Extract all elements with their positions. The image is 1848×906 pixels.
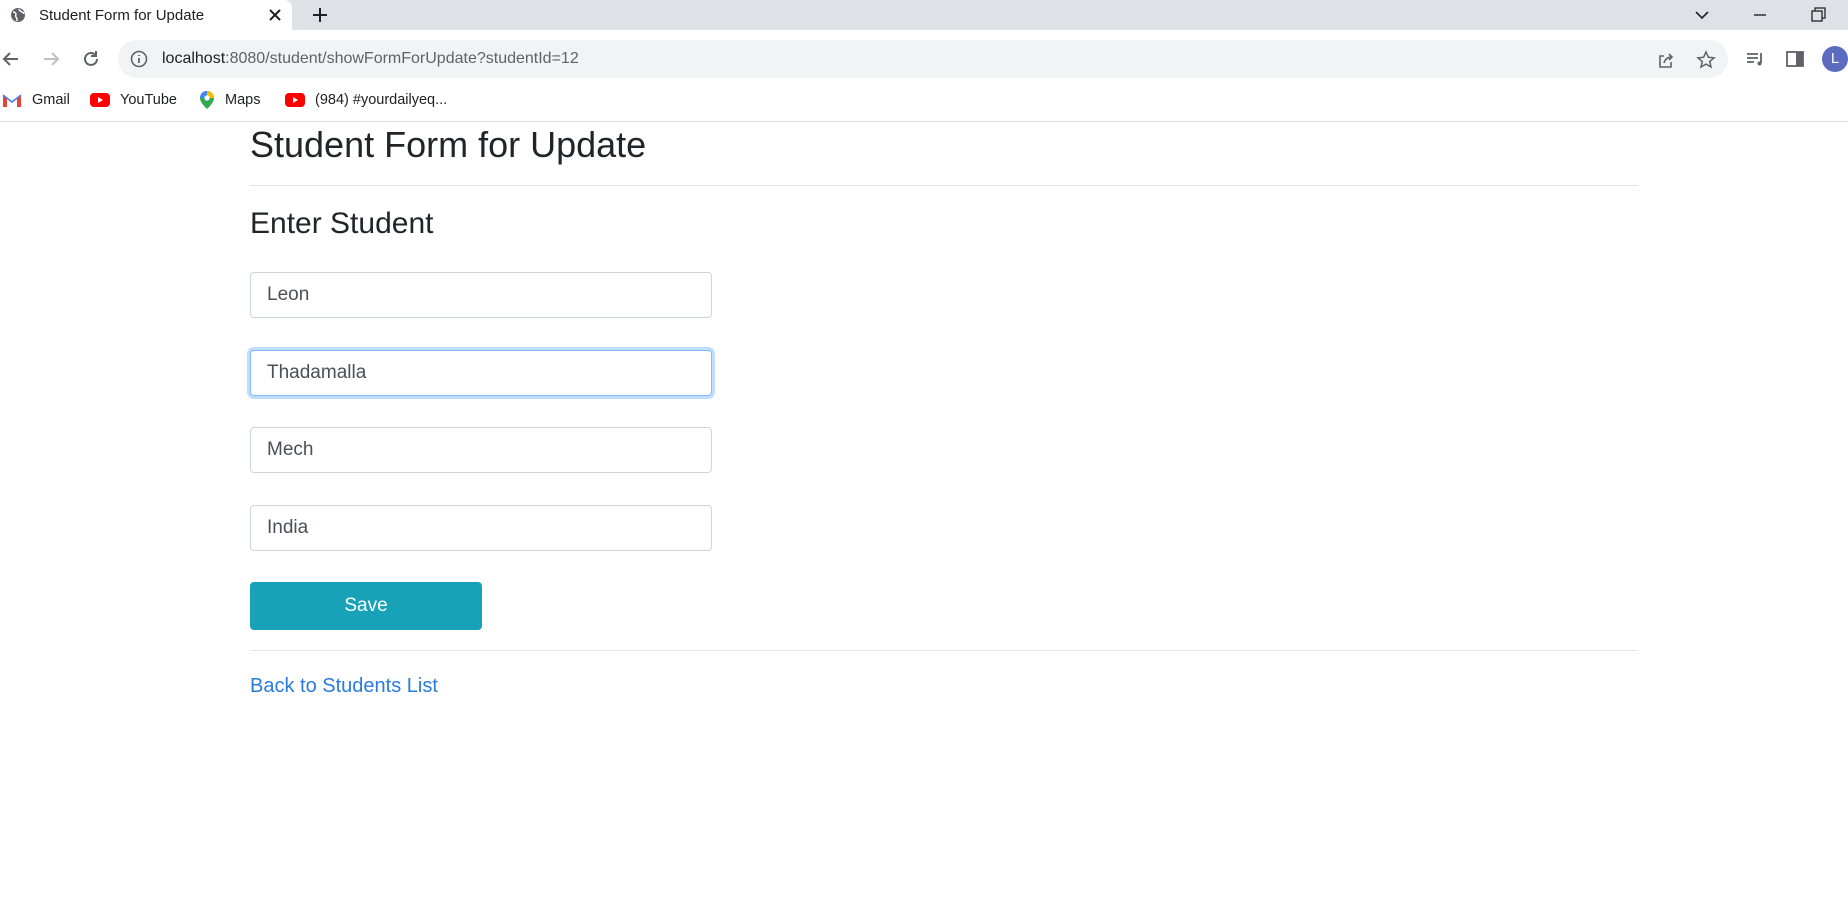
country-field[interactable] [250, 505, 712, 551]
close-tab-icon[interactable] [266, 6, 284, 24]
youtube-icon [285, 93, 305, 107]
tab-title: Student Form for Update [39, 7, 205, 24]
gmail-icon [2, 94, 22, 107]
section-title: Enter Student [250, 207, 434, 240]
form-divider [250, 650, 1638, 651]
chrome-divider [0, 121, 1848, 122]
title-divider [250, 185, 1638, 186]
share-icon[interactable] [1656, 50, 1676, 70]
browser-tab-active[interactable]: Student Form for Update [0, 0, 292, 30]
media-controls-icon[interactable] [1744, 48, 1766, 70]
bookmark-star-icon[interactable] [1696, 50, 1716, 70]
bookmarks-bar: Gmail YouTube Maps (984) #yourdailyeq... [0, 88, 1848, 112]
bookmark-label: (984) #yourdailyeq... [315, 92, 448, 108]
youtube-icon [90, 93, 110, 107]
new-tab-icon[interactable] [310, 5, 330, 25]
reload-icon[interactable] [80, 48, 102, 70]
minimize-icon[interactable] [1750, 5, 1770, 25]
bookmark-maps[interactable]: Maps [199, 90, 260, 110]
url-path: :8080/student/showFormForUpdate?studentI… [225, 50, 579, 67]
bookmark-yourdailyeq[interactable]: (984) #yourdailyeq... [285, 90, 447, 110]
globe-icon [11, 8, 25, 22]
bookmark-label: Gmail [32, 92, 70, 108]
bookmark-youtube[interactable]: YouTube [90, 90, 177, 110]
last-name-field[interactable] [250, 350, 712, 396]
restore-icon[interactable] [1808, 5, 1828, 25]
bookmark-label: YouTube [120, 92, 177, 108]
department-field[interactable] [250, 427, 712, 473]
bookmark-label: Maps [225, 92, 261, 108]
page-title: Student Form for Update [250, 124, 647, 165]
tab-search-chevron-icon[interactable] [1692, 5, 1712, 25]
tab-strip: Student Form for Update [0, 0, 1848, 30]
site-info-icon[interactable] [130, 50, 148, 68]
back-icon[interactable] [0, 48, 22, 70]
side-panel-icon[interactable] [1784, 48, 1806, 70]
url-text[interactable]: localhost:8080/student/showFormForUpdate… [162, 50, 579, 68]
save-button[interactable]: Save [250, 582, 482, 630]
back-to-students-link[interactable]: Back to Students List [250, 675, 438, 698]
forward-icon[interactable] [40, 48, 62, 70]
profile-avatar[interactable]: L [1822, 46, 1848, 72]
maps-icon [200, 91, 214, 109]
bookmark-gmail[interactable]: Gmail [2, 90, 70, 110]
url-host: localhost [162, 50, 226, 67]
address-bar[interactable]: localhost:8080/student/showFormForUpdate… [118, 40, 1728, 78]
first-name-field[interactable] [250, 272, 712, 318]
